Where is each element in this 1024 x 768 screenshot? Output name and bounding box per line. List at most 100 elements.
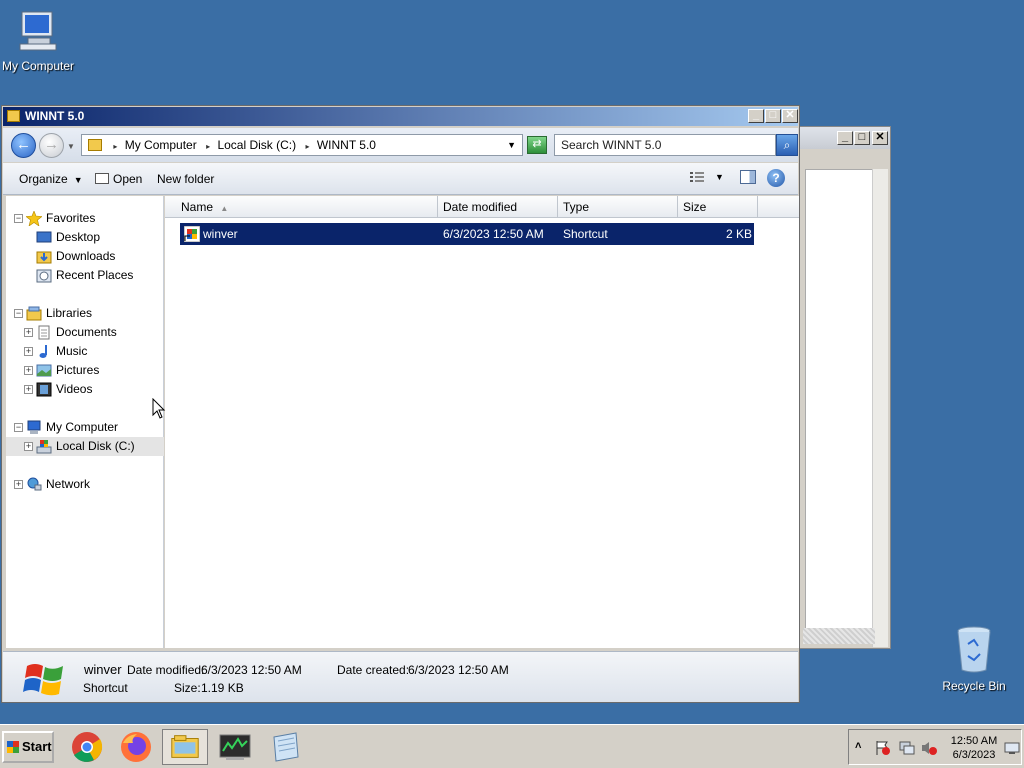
open-label: Open	[113, 172, 143, 186]
new-folder-button[interactable]: New folder	[157, 172, 214, 186]
window-titlebar[interactable]: WINNT 5.0 _ □ ✕	[3, 107, 798, 126]
expand-icon[interactable]: +	[24, 328, 33, 337]
start-button[interactable]: Start	[2, 731, 54, 763]
music-icon	[39, 345, 47, 358]
nav-item-videos[interactable]: + Videos	[6, 380, 164, 399]
open-button[interactable]: Open	[95, 172, 142, 186]
minimize-icon[interactable]: _	[837, 131, 853, 145]
file-row[interactable]: winver 6/3/2023 12:50 AM Shortcut 2 KB	[180, 223, 754, 245]
search-input[interactable]: Search WINNT 5.0	[554, 134, 776, 156]
collapse-icon[interactable]: −	[14, 423, 23, 432]
column-headers: Name ▲ Date modified Type Size	[165, 196, 799, 218]
clock-time: 12:50 AM	[950, 735, 998, 747]
navigation-pane: − Favorites Desktop Downloads Recent Pla…	[6, 196, 164, 648]
nav-item-local-disk[interactable]: + Local Disk (C:)	[6, 437, 164, 456]
folder-icon	[7, 110, 20, 122]
forward-button[interactable]: →	[39, 133, 64, 158]
details-pane: winver Shortcut Date modified: 6/3/2023 …	[3, 651, 798, 702]
close-icon[interactable]: ✕	[782, 109, 798, 123]
desktop-icon-my-computer[interactable]: My Computer	[0, 8, 78, 73]
desktop-icon-recycle-bin[interactable]: Recycle Bin	[934, 624, 1014, 693]
address-box[interactable]: ▸ My Computer ▸ Local Disk (C:) ▸ WINNT …	[81, 134, 523, 156]
nav-item-music[interactable]: + Music	[6, 342, 164, 361]
chevron-down-icon[interactable]: ▼	[715, 172, 724, 182]
taskbar: Start ˄ 12:50 AM 6/3/2023	[0, 724, 1024, 768]
clock[interactable]: 12:50 AM 6/3/2023	[949, 734, 999, 762]
clock-date: 6/3/2023	[952, 749, 996, 761]
details-date-modified-label: Date modified:	[127, 663, 205, 677]
notepad-icon[interactable]	[262, 729, 308, 765]
recent-pages-dropdown-icon[interactable]: ▼	[67, 142, 75, 151]
action-center-flag-icon[interactable]	[875, 740, 891, 756]
nav-label: Music	[56, 344, 88, 358]
nav-label: Libraries	[46, 306, 93, 320]
breadcrumb-local-disk[interactable]: Local Disk (C:)	[217, 138, 296, 152]
chevron-right-icon[interactable]: ▸	[113, 142, 117, 151]
details-date-created-label: Date created:	[337, 663, 410, 677]
nav-item-favorites[interactable]: − Favorites	[6, 209, 164, 228]
nav-label: Documents	[56, 325, 117, 339]
chevron-down-icon[interactable]: ▼	[507, 135, 516, 155]
horizontal-scrollbar[interactable]	[803, 628, 875, 644]
details-size: 1.19 KB	[201, 681, 244, 695]
help-icon[interactable]: ?	[767, 169, 785, 187]
expand-icon[interactable]: +	[14, 480, 23, 489]
background-window-titlebar[interactable]: _ □ ✕	[791, 127, 890, 149]
desktop-icon-label: Recycle Bin	[942, 679, 1006, 693]
back-button[interactable]: ←	[11, 133, 36, 158]
collapse-icon[interactable]: −	[14, 309, 23, 318]
expand-icon[interactable]: +	[24, 385, 33, 394]
maximize-icon[interactable]: □	[765, 109, 781, 123]
nav-item-pictures[interactable]: + Pictures	[6, 361, 164, 380]
chrome-icon[interactable]	[64, 729, 110, 765]
firefox-icon[interactable]	[113, 729, 159, 765]
close-icon[interactable]: ✕	[872, 131, 888, 145]
nav-item-documents[interactable]: + Documents	[6, 323, 164, 342]
show-desktop-icon[interactable]	[1004, 742, 1020, 755]
expand-icon[interactable]: +	[24, 347, 33, 356]
nav-item-libraries[interactable]: − Libraries	[6, 304, 164, 323]
search-icon[interactable]: ⌕	[776, 134, 798, 156]
chevron-right-icon[interactable]: ▸	[206, 142, 210, 151]
nav-label: Local Disk (C:)	[56, 439, 135, 453]
maximize-icon[interactable]: □	[854, 131, 870, 145]
organize-label: Organize	[19, 172, 68, 186]
expand-icon[interactable]: +	[24, 366, 33, 375]
chevron-right-icon[interactable]: ▸	[305, 142, 309, 151]
my-computer-icon	[19, 11, 57, 51]
file-size: 2 KB	[726, 227, 753, 241]
background-window[interactable]: _ □ ✕	[790, 126, 891, 649]
volume-muted-icon[interactable]	[921, 740, 937, 756]
show-hidden-icons-icon[interactable]: ˄	[855, 740, 861, 752]
nav-item-network[interactable]: + Network	[6, 475, 164, 494]
change-view-icon[interactable]	[689, 170, 705, 184]
explorer-icon[interactable]	[162, 729, 208, 765]
details-file-name: winver	[84, 662, 122, 677]
nav-label: Desktop	[56, 230, 101, 244]
task-manager-icon[interactable]	[212, 729, 258, 765]
column-header-size[interactable]: Size	[678, 196, 758, 218]
window-title: WINNT 5.0	[25, 109, 85, 123]
column-header-date-modified[interactable]: Date modified	[438, 196, 558, 218]
collapse-icon[interactable]: −	[14, 214, 23, 223]
preview-pane-icon[interactable]	[740, 170, 756, 184]
nav-label: Downloads	[56, 249, 116, 263]
breadcrumb-my-computer[interactable]: My Computer	[125, 138, 197, 152]
minimize-icon[interactable]: _	[748, 109, 764, 123]
nav-item-my-computer[interactable]: − My Computer	[6, 418, 164, 437]
mouse-cursor-icon	[152, 398, 166, 419]
vertical-scrollbar[interactable]	[872, 169, 888, 647]
column-header-name[interactable]: Name ▲	[175, 196, 438, 218]
windows-logo-icon	[23, 664, 63, 696]
documents-icon	[38, 325, 50, 340]
recent-places-icon	[36, 269, 52, 283]
nav-item-desktop[interactable]: Desktop	[6, 228, 164, 247]
breadcrumb-winnt[interactable]: WINNT 5.0	[317, 138, 376, 152]
nav-item-recent-places[interactable]: Recent Places	[6, 266, 164, 285]
network-status-icon[interactable]	[899, 740, 915, 756]
expand-icon[interactable]: +	[24, 442, 33, 451]
refresh-button[interactable]: ⇄	[527, 136, 547, 154]
column-header-type[interactable]: Type	[558, 196, 678, 218]
nav-item-downloads[interactable]: Downloads	[6, 247, 164, 266]
organize-button[interactable]: Organize ▼	[19, 172, 83, 186]
